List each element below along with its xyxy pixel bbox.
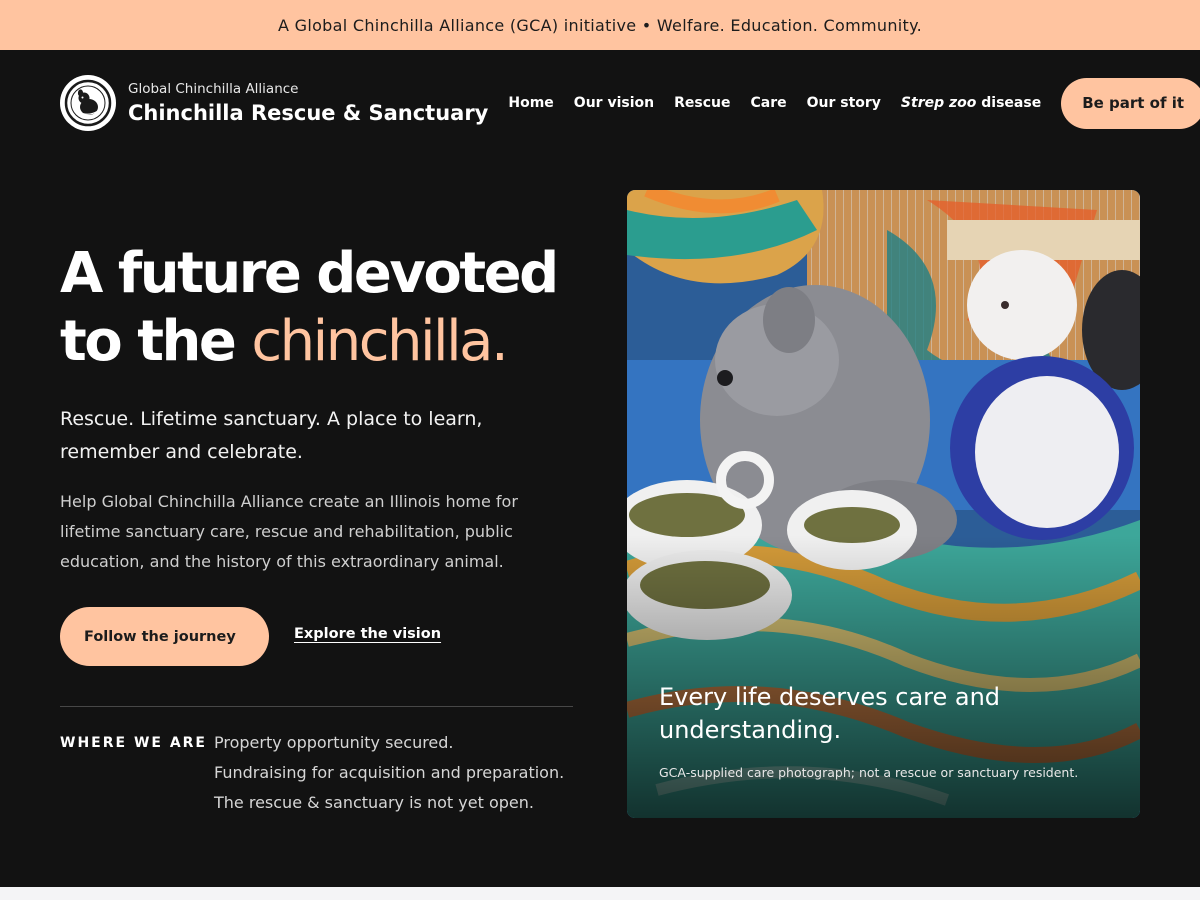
be-part-of-it-button[interactable]: Be part of it (1061, 77, 1200, 129)
announcement-bar: A Global Chinchilla Alliance (GCA) initi… (0, 0, 1200, 50)
nav-rescue[interactable]: Rescue (674, 95, 730, 111)
nav-our-vision[interactable]: Our vision (574, 95, 654, 111)
nav-home[interactable]: Home (508, 95, 553, 111)
announcement-text: A Global Chinchilla Alliance (GCA) initi… (278, 15, 922, 35)
next-section-edge (0, 887, 1200, 900)
nav-our-story[interactable]: Our story (807, 95, 881, 111)
section-divider (60, 706, 573, 707)
brand-org-name: Global Chinchilla Alliance (128, 81, 299, 97)
photo-caption: Every life deserves care and understandi… (659, 683, 1001, 744)
nav-strep-zoo-disease[interactable]: Strep zoo disease (901, 95, 1041, 111)
status-item: Property opportunity secured. (214, 733, 454, 752)
hero-photo-card: Every life deserves care and understandi… (627, 190, 1140, 818)
hero-title-line2: to the (60, 309, 252, 374)
nav-disease-italic: Strep zoo (900, 95, 977, 111)
hero-title-accent: chinchilla. (251, 309, 508, 374)
photo-credit: GCA-supplied care photograph; not a resc… (659, 765, 1079, 780)
nav-care[interactable]: Care (750, 95, 786, 111)
status-label: WHERE WE ARE (60, 735, 207, 751)
follow-the-journey-button[interactable]: Follow the journey (60, 607, 269, 666)
hero-title-line1: A future devoted (60, 241, 559, 306)
brand-title: Chinchilla Rescue & Sanctuary (128, 101, 489, 125)
status-item: Fundraising for acquisition and preparat… (214, 763, 565, 782)
hero-lead: Rescue. Lifetime sanctuary. A place to l… (60, 408, 483, 463)
hero-body: Help Global Chinchilla Alliance create a… (60, 492, 518, 571)
main-nav: Home Our vision Rescue Care Our story St… (488, 77, 1200, 129)
explore-the-vision-link[interactable]: Explore the vision (294, 626, 441, 642)
chinchilla-emblem-icon[interactable] (60, 75, 116, 131)
status-item: The rescue & sanctuary is not yet open. (214, 793, 534, 812)
site-header: Global Chinchilla Alliance Chinchilla Re… (60, 74, 1200, 132)
status-list: Property opportunity secured. Fundraisin… (214, 728, 584, 818)
brand-block[interactable]: Global Chinchilla Alliance Chinchilla Re… (128, 81, 488, 125)
nav-disease-rest: disease (976, 95, 1042, 111)
hero-title: A future devoted to the chinchilla. (60, 240, 600, 376)
